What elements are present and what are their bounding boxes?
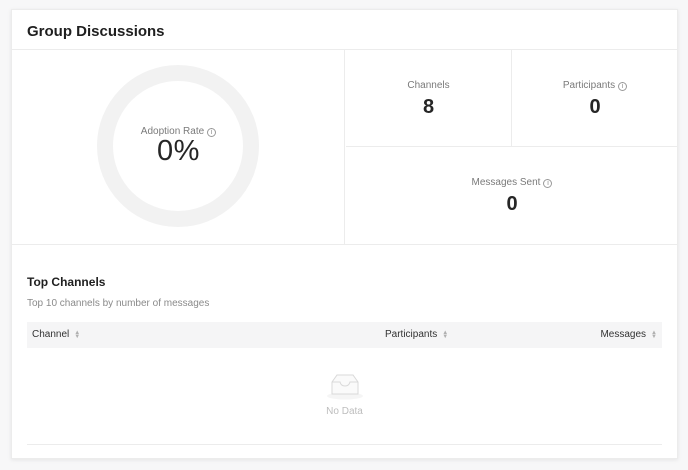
adoption-rate-value: 0% xyxy=(157,135,200,167)
info-icon[interactable]: i xyxy=(543,179,553,188)
sort-icon[interactable]: ▲ ▼ xyxy=(74,330,80,340)
sort-icon[interactable]: ▲ ▼ xyxy=(442,330,448,340)
group-discussions-card: Group Discussions Adoption Rate i 0% Chan… xyxy=(11,9,678,459)
stats-panel: Adoption Rate i 0% Channels 8 Participant… xyxy=(12,50,678,245)
messages-sent-label-row: Messages Sent i xyxy=(346,177,678,188)
adoption-rate-panel: Adoption Rate i 0% xyxy=(12,50,345,245)
sort-icon[interactable]: ▲ ▼ xyxy=(651,330,657,340)
participants-value: 0 xyxy=(589,96,601,118)
top-channels-section: Top Channels Top 10 channels by number o… xyxy=(12,245,677,445)
participants-label: Participants xyxy=(562,80,616,91)
inbox-empty-icon xyxy=(327,374,363,400)
participants-stat: Participants i 0 xyxy=(512,50,678,147)
table-header: Channel ▲ ▼ Participants ▲ ▼ Messages ▲ ▼ xyxy=(27,322,662,348)
channels-stat: Channels 8 xyxy=(346,50,512,147)
channels-value: 8 xyxy=(422,96,435,118)
top-channels-subtitle: Top 10 channels by number of messages xyxy=(27,298,210,309)
column-header-channel-label: Channel xyxy=(32,329,70,340)
card-title: Group Discussions xyxy=(27,23,165,40)
card-header: Group Discussions xyxy=(12,10,677,50)
empty-state-text: No Data xyxy=(326,406,363,417)
messages-sent-value: 0 xyxy=(506,193,518,215)
info-icon[interactable]: i xyxy=(618,82,628,91)
column-header-participants-label: Participants xyxy=(385,329,438,340)
column-header-messages-label: Messages xyxy=(600,329,647,340)
top-channels-title: Top Channels xyxy=(27,275,106,289)
participants-label-row: Participants i xyxy=(512,80,678,91)
channels-label: Channels xyxy=(407,80,450,91)
messages-sent-stat: Messages Sent i 0 xyxy=(346,147,678,245)
empty-state: No Data xyxy=(27,348,662,445)
column-header-channel[interactable]: Channel ▲ ▼ xyxy=(32,329,80,340)
column-header-messages[interactable]: Messages ▲ ▼ xyxy=(600,329,657,340)
messages-sent-label: Messages Sent xyxy=(471,177,541,188)
column-header-participants[interactable]: Participants ▲ ▼ xyxy=(385,329,448,340)
